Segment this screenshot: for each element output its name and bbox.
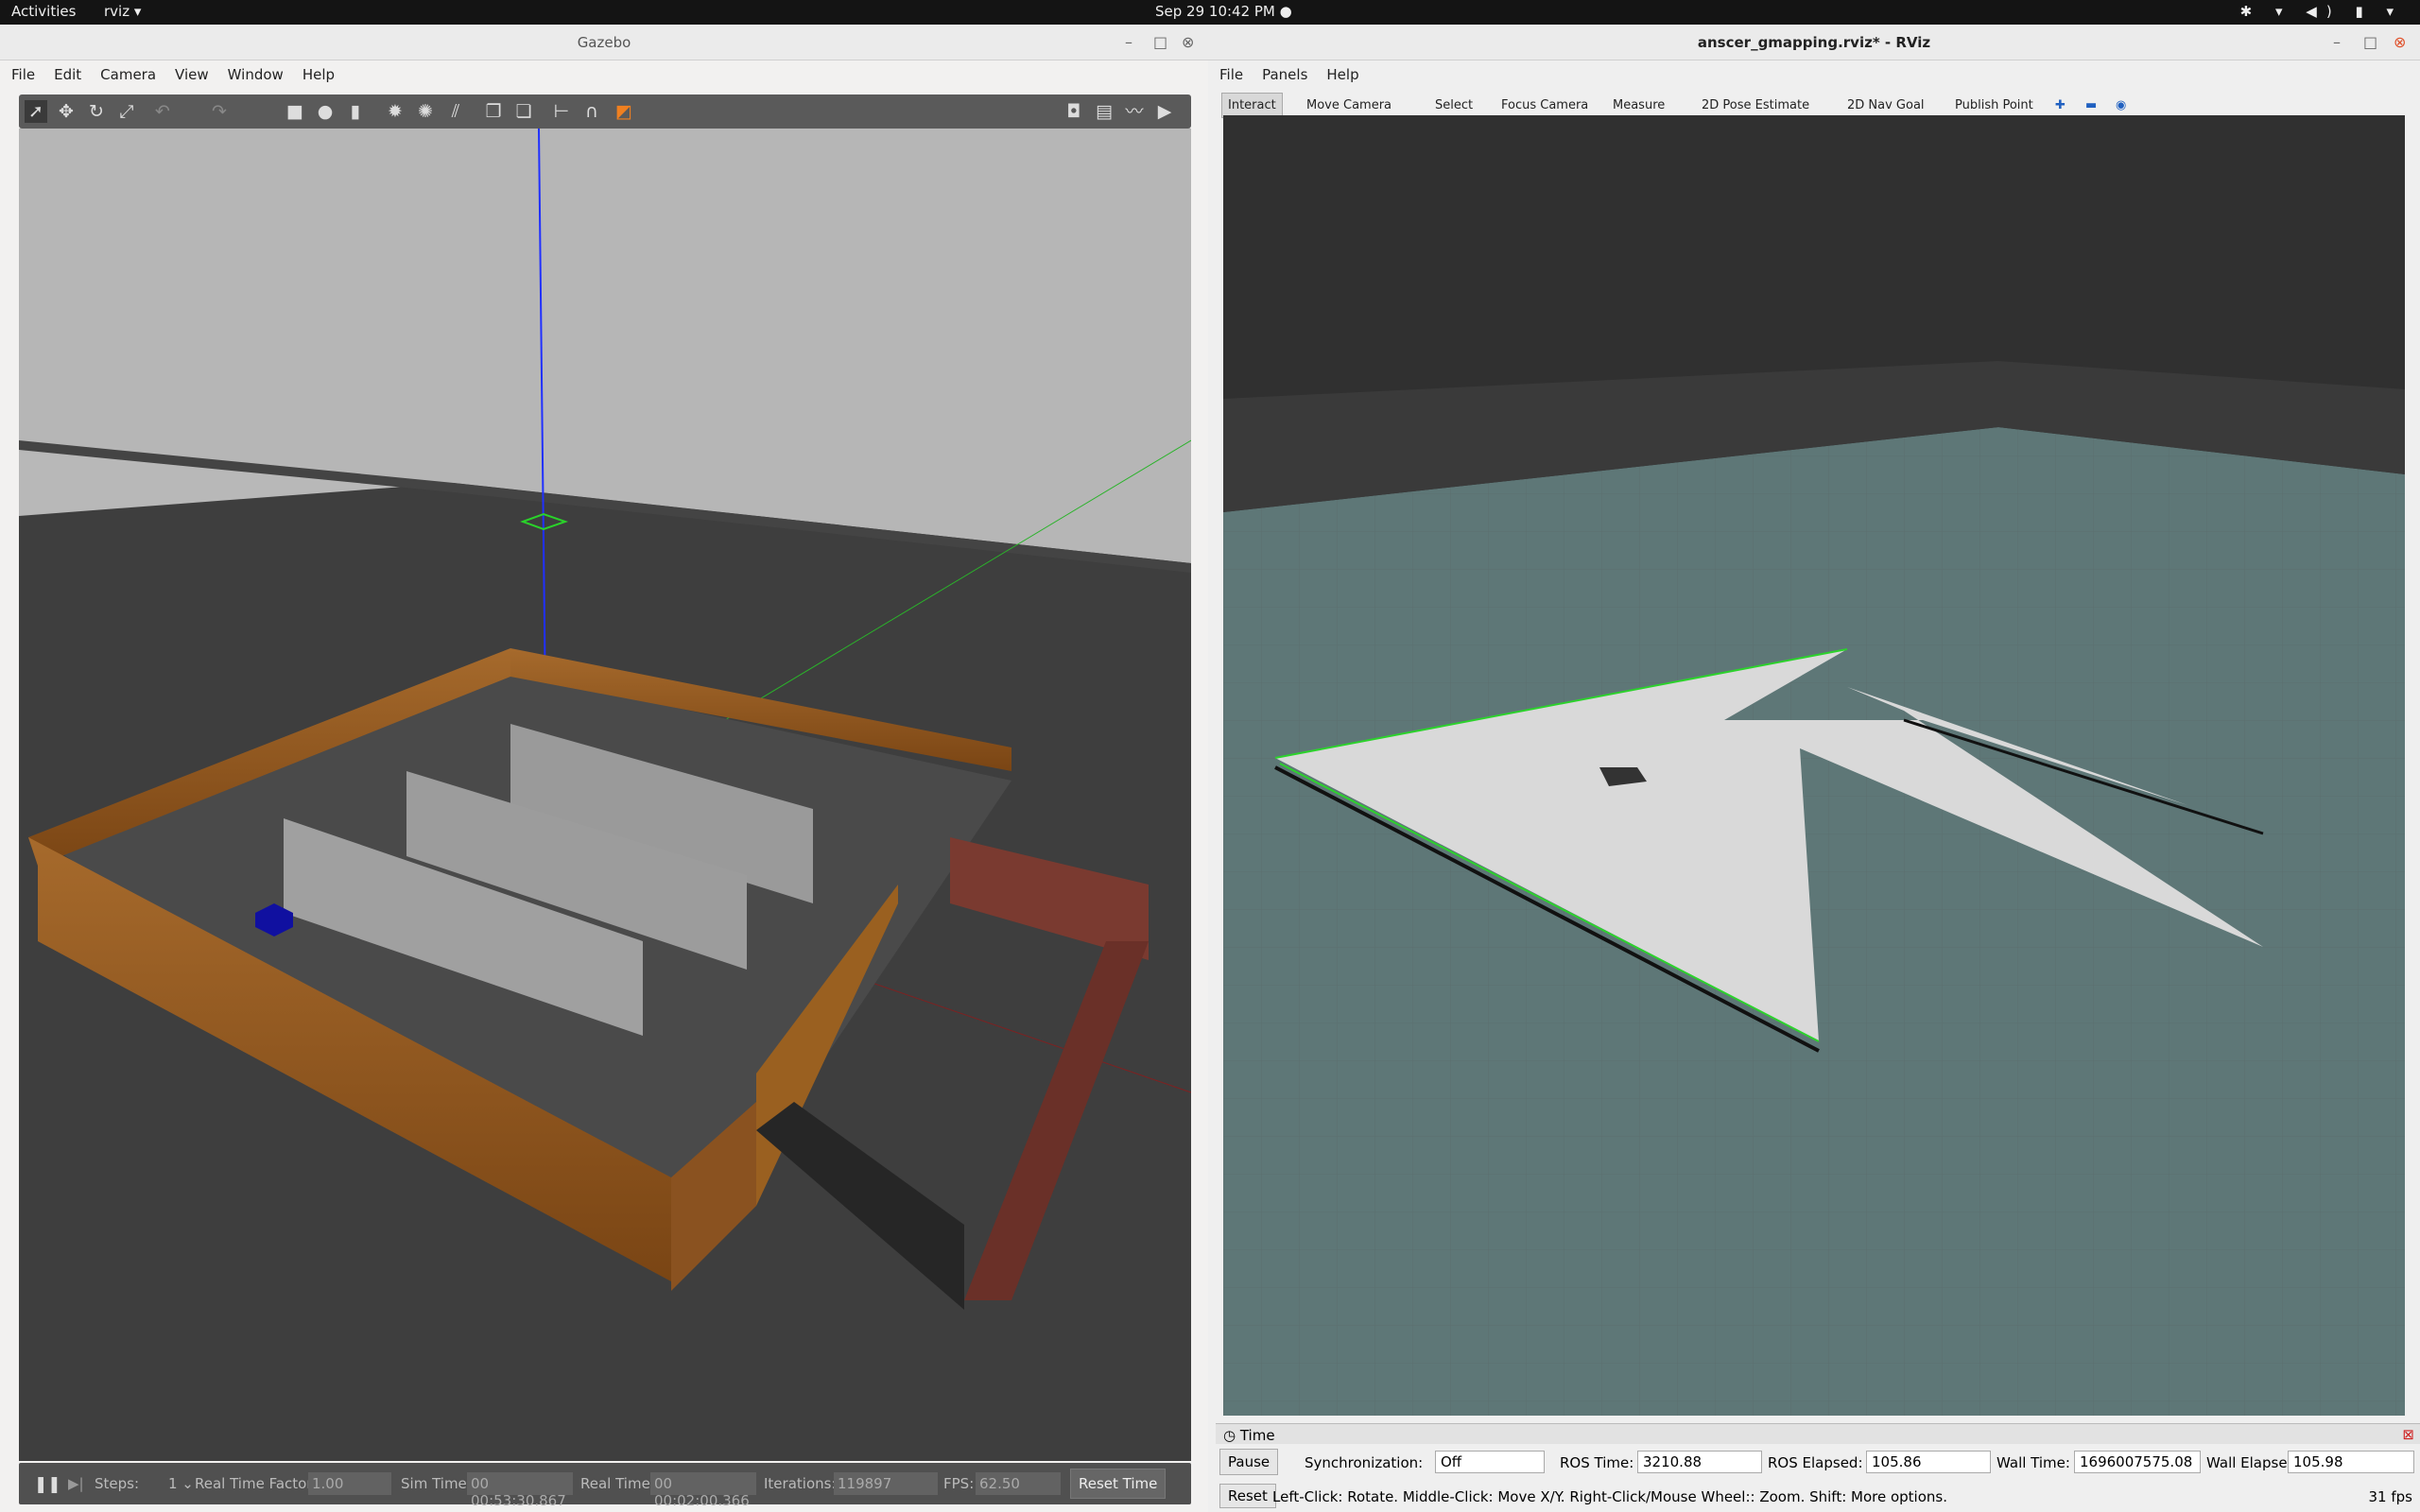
reset-button[interactable]: Reset [1219, 1484, 1276, 1508]
real-time-value: 00 00:02:00.366 [650, 1472, 756, 1509]
activities-button[interactable]: Activities [11, 3, 76, 20]
paste-icon[interactable]: ❏ [512, 100, 535, 123]
menu-help[interactable]: Help [1315, 60, 1366, 83]
sync-label: Synchronization: [1305, 1454, 1424, 1471]
time-panel-header: ◷ Time ⊠ [1216, 1423, 2420, 1444]
gazebo-window: Gazebo – □ ⊗ File Edit Camera View Window Hel… [0, 25, 1208, 1512]
ros-elapsed-value: 105.86 [1866, 1451, 1991, 1473]
menu-camera[interactable]: Camera [89, 60, 164, 83]
menu-window[interactable]: Window [216, 60, 291, 83]
gazebo-status-bar: ❚❚ ▶| Steps: 1 ⌄ Real Time Factor: 1.00 … [19, 1463, 1191, 1509]
focus-camera-tool[interactable]: Focus Camera [1497, 96, 1592, 114]
gazebo-titlebar: Gazebo [0, 25, 1208, 60]
step-icon[interactable]: ▶| [68, 1475, 84, 1492]
interact-tool[interactable]: Interact [1221, 93, 1283, 118]
iterations-label: Iterations: [764, 1475, 837, 1492]
change-view-icon[interactable]: ◩ [613, 100, 635, 123]
iterations-value: 119897 [834, 1472, 938, 1495]
real-time-label: Real Time: [580, 1475, 655, 1492]
clock[interactable]: Sep 29 10:42 PM ● [1155, 3, 1292, 20]
rviz-window: anscer_gmapping.rviz* - RViz – □ ⊗ File P… [1208, 25, 2420, 1512]
close-icon[interactable]: ⊗ [2394, 25, 2406, 60]
nav-goal-tool[interactable]: 2D Nav Goal [1843, 96, 1928, 114]
status-row: Reset Left-Click: Rotate. Middle-Click: … [1216, 1482, 2420, 1510]
point-light-icon[interactable]: ✹ [384, 100, 406, 123]
menu-help[interactable]: Help [291, 60, 342, 83]
top-bar: Activities rviz ▾ Sep 29 10:42 PM ● ✱ ▾ … [0, 0, 2420, 25]
time-panel-title: Time [1239, 1427, 1275, 1444]
menu-panels[interactable]: Panels [1251, 60, 1315, 83]
scale-icon[interactable]: ⤢ [115, 100, 138, 123]
steps-label: Steps: [95, 1475, 140, 1492]
app-menu[interactable]: rviz ▾ [104, 3, 141, 20]
gazebo-menubar: File Edit Camera View Window Help [0, 60, 1208, 89]
gazebo-scene [19, 129, 1191, 1461]
translate-icon[interactable]: ✥ [55, 100, 78, 123]
reset-time-button[interactable]: Reset Time [1070, 1469, 1167, 1499]
rviz-scene [1223, 361, 2405, 1416]
box-icon[interactable]: ■ [284, 100, 306, 123]
wall-time-value: 1696007575.08 [2074, 1451, 2201, 1473]
publish-point-tool[interactable]: Publish Point [1951, 96, 2037, 114]
minimize-icon[interactable]: – [1125, 25, 1132, 60]
select-tool[interactable]: Select [1431, 96, 1477, 114]
ros-elapsed-label: ROS Elapsed: [1768, 1454, 1863, 1471]
rviz-menubar: File Panels Help [1208, 60, 2420, 89]
rotate-icon[interactable]: ↻ [85, 100, 108, 123]
ros-time-value: 3210.88 [1637, 1451, 1762, 1473]
pause-icon[interactable]: ❚❚ [34, 1475, 61, 1494]
sim-time-value: 00 00:53:30.867 [467, 1472, 573, 1509]
fps-value: 62.50 [976, 1472, 1061, 1495]
screenshot-icon[interactable]: ◘ [1063, 100, 1085, 123]
menu-file[interactable]: File [0, 60, 43, 83]
measure-tool[interactable]: Measure [1609, 96, 1668, 114]
video-icon[interactable]: ▶ [1153, 100, 1176, 123]
steps-value[interactable]: 1 ⌄ [168, 1475, 194, 1492]
wall-time-label: Wall Time: [1996, 1454, 2070, 1471]
minimize-icon[interactable]: – [2333, 25, 2341, 60]
menu-edit[interactable]: Edit [43, 60, 89, 83]
tool-properties-icon[interactable]: ◉ [2112, 96, 2130, 114]
system-tray[interactable]: ✱ ▾ ◀) ▮ ▾ [2240, 3, 2403, 20]
fps-readout: 31 fps [2368, 1488, 2412, 1505]
mouse-hint: Left-Click: Rotate. Middle-Click: Move X… [1272, 1488, 1947, 1505]
snap-icon[interactable]: ∩ [580, 100, 603, 123]
copy-icon[interactable]: ❐ [482, 100, 505, 123]
add-tool-icon[interactable]: ✚ [2051, 96, 2069, 114]
menu-file[interactable]: File [1208, 60, 1251, 83]
maximize-icon[interactable]: □ [2363, 25, 2377, 60]
redo-icon[interactable]: ↷ [208, 100, 231, 123]
gazebo-3d-view[interactable] [19, 129, 1191, 1461]
undo-icon[interactable]: ↶ [151, 100, 174, 123]
sync-select[interactable]: Off [1435, 1451, 1545, 1473]
maximize-icon[interactable]: □ [1153, 25, 1167, 60]
ros-time-label: ROS Time: [1560, 1454, 1634, 1471]
menu-view[interactable]: View [164, 60, 216, 83]
fps-label: FPS: [943, 1475, 975, 1492]
close-icon[interactable]: ⊗ [1182, 25, 1194, 60]
remove-tool-icon[interactable]: ▬ [2082, 96, 2100, 114]
select-mode-icon[interactable]: ➚ [25, 100, 47, 123]
plot-icon[interactable]: 〰 [1123, 100, 1146, 123]
move-camera-tool[interactable]: Move Camera [1303, 96, 1395, 114]
time-row: Pause Synchronization: Off ROS Time: 321… [1216, 1446, 2420, 1478]
spot-light-icon[interactable]: ✺ [414, 100, 437, 123]
wall-elapsed-value: 105.98 [2288, 1451, 2414, 1473]
rviz-3d-view[interactable] [1223, 115, 2405, 1416]
rtf-value: 1.00 [308, 1472, 391, 1495]
align-icon[interactable]: ⊢ [550, 100, 573, 123]
rtf-label: Real Time Factor: [195, 1475, 318, 1492]
clock-icon: ◷ [1223, 1427, 1240, 1444]
pause-button[interactable]: Pause [1219, 1449, 1279, 1475]
panel-close-icon[interactable]: ⊠ [2402, 1426, 2414, 1443]
sim-time-label: Sim Time: [401, 1475, 472, 1492]
cylinder-icon[interactable]: ▮ [344, 100, 367, 123]
gazebo-toolbar: ➚ ✥ ↻ ⤢ ↶ ↷ ■ ● ▮ ✹ ✺ ⫽ ❐ ❏ ⊢ ∩ ◩ ◘ ▤ 〰 … [19, 94, 1191, 129]
log-icon[interactable]: ▤ [1093, 100, 1115, 123]
pose-estimate-tool[interactable]: 2D Pose Estimate [1698, 96, 1813, 114]
sphere-icon[interactable]: ● [314, 100, 337, 123]
directional-light-icon[interactable]: ⫽ [444, 100, 467, 123]
rviz-titlebar: anscer_gmapping.rviz* - RViz [1208, 25, 2420, 60]
